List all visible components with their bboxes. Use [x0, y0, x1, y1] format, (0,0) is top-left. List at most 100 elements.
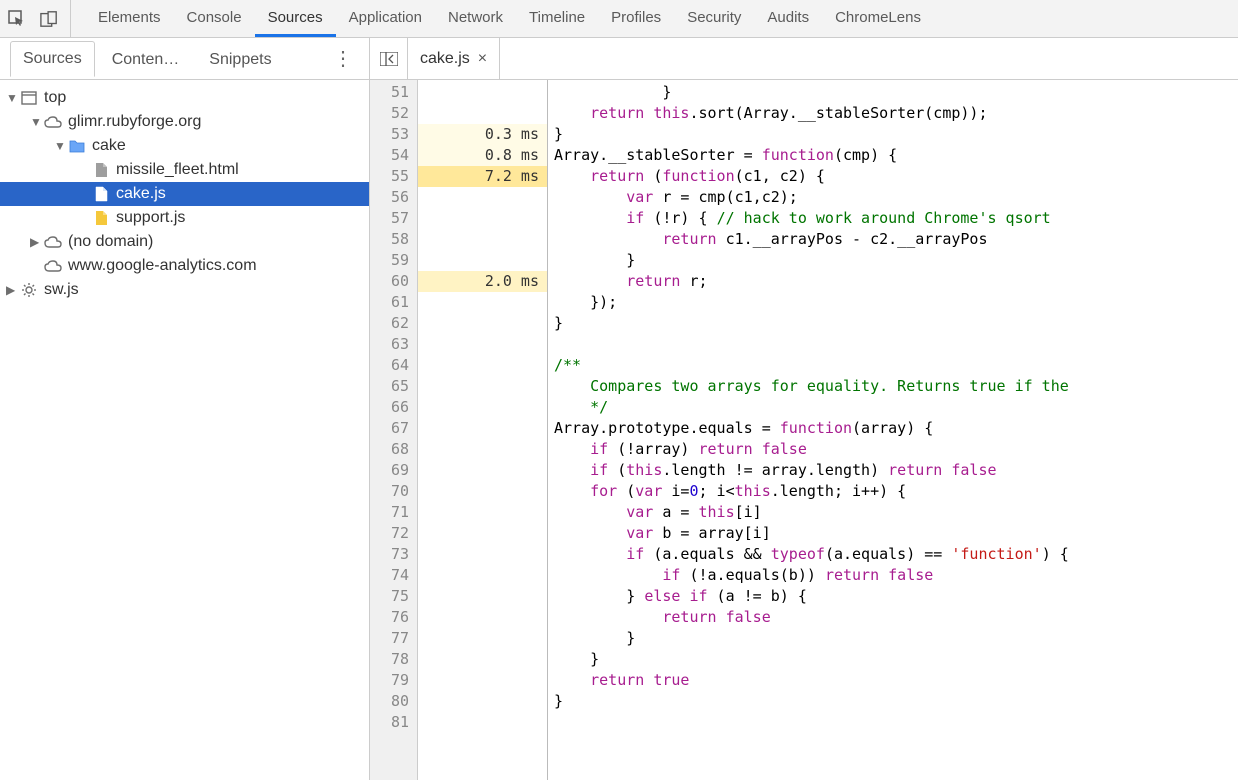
top-tab-profiles[interactable]: Profiles — [598, 0, 674, 37]
more-icon[interactable]: ⋮ — [327, 46, 359, 71]
code-area[interactable]: } return this.sort(Array.__stableSorter(… — [548, 80, 1238, 780]
line-number[interactable]: 53 — [370, 124, 409, 145]
code-line[interactable]: } else if (a != b) { — [554, 586, 1232, 607]
code-line[interactable]: Compares two arrays for equality. Return… — [554, 376, 1232, 397]
tree-item[interactable]: www.google-analytics.com — [0, 254, 369, 278]
top-tab-security[interactable]: Security — [674, 0, 754, 37]
top-tab-sources[interactable]: Sources — [255, 0, 336, 37]
sidebar-tab-1[interactable]: Conten… — [99, 42, 193, 77]
code-line[interactable]: return c1.__arrayPos - c2.__arrayPos — [554, 229, 1232, 250]
code-line[interactable]: }); — [554, 292, 1232, 313]
inspect-icon[interactable] — [8, 10, 26, 28]
sidebar-tab-0[interactable]: Sources — [10, 41, 95, 77]
line-number[interactable]: 70 — [370, 481, 409, 502]
code-line[interactable] — [554, 334, 1232, 355]
code-line[interactable]: var a = this[i] — [554, 502, 1232, 523]
line-number[interactable]: 64 — [370, 355, 409, 376]
top-tab-application[interactable]: Application — [336, 0, 435, 37]
code-line[interactable]: Array.prototype.equals = function(array)… — [554, 418, 1232, 439]
code-line[interactable]: } — [554, 82, 1232, 103]
tree-item[interactable]: ▶sw.js — [0, 278, 369, 302]
line-number[interactable]: 60 — [370, 271, 409, 292]
line-number[interactable]: 65 — [370, 376, 409, 397]
line-number[interactable]: 66 — [370, 397, 409, 418]
line-number[interactable]: 68 — [370, 439, 409, 460]
tree-item[interactable]: cake.js — [0, 182, 369, 206]
top-tab-timeline[interactable]: Timeline — [516, 0, 598, 37]
top-tab-audits[interactable]: Audits — [754, 0, 822, 37]
top-tab-console[interactable]: Console — [174, 0, 255, 37]
code-line[interactable]: return r; — [554, 271, 1232, 292]
line-number[interactable]: 54 — [370, 145, 409, 166]
disclosure-icon[interactable]: ▼ — [30, 115, 42, 129]
code-line[interactable]: return this.sort(Array.__stableSorter(cm… — [554, 103, 1232, 124]
code-line[interactable]: return (function(c1, c2) { — [554, 166, 1232, 187]
line-number[interactable]: 55 — [370, 166, 409, 187]
line-number[interactable]: 59 — [370, 250, 409, 271]
line-number[interactable]: 75 — [370, 586, 409, 607]
close-icon[interactable]: × — [478, 50, 487, 68]
top-tab-chromelens[interactable]: ChromeLens — [822, 0, 934, 37]
code-line[interactable]: /** — [554, 355, 1232, 376]
timing-cell: 0.3 ms — [418, 124, 547, 145]
code-line[interactable]: } — [554, 124, 1232, 145]
code-line[interactable]: } — [554, 313, 1232, 334]
code-line[interactable]: var b = array[i] — [554, 523, 1232, 544]
code-line[interactable]: return true — [554, 670, 1232, 691]
code-line[interactable]: return false — [554, 607, 1232, 628]
code-line[interactable]: if (!a.equals(b)) return false — [554, 565, 1232, 586]
line-number[interactable]: 56 — [370, 187, 409, 208]
line-number[interactable]: 72 — [370, 523, 409, 544]
line-number[interactable]: 52 — [370, 103, 409, 124]
line-number[interactable]: 80 — [370, 691, 409, 712]
tree-item[interactable]: ▼cake — [0, 134, 369, 158]
file-gray-icon — [92, 161, 110, 179]
code-line[interactable]: if (this.length != array.length) return … — [554, 460, 1232, 481]
line-number[interactable]: 77 — [370, 628, 409, 649]
code-line[interactable]: } — [554, 649, 1232, 670]
file-tab-cakejs[interactable]: cake.js × — [408, 38, 500, 79]
line-number[interactable]: 69 — [370, 460, 409, 481]
line-number[interactable]: 67 — [370, 418, 409, 439]
line-number[interactable]: 58 — [370, 229, 409, 250]
tree-item[interactable]: missile_fleet.html — [0, 158, 369, 182]
code-line[interactable]: Array.__stableSorter = function(cmp) { — [554, 145, 1232, 166]
top-tab-network[interactable]: Network — [435, 0, 516, 37]
code-line[interactable]: if (!r) { // hack to work around Chrome'… — [554, 208, 1232, 229]
code-line[interactable]: if (!array) return false — [554, 439, 1232, 460]
code-line[interactable]: for (var i=0; i<this.length; i++) { — [554, 481, 1232, 502]
line-number[interactable]: 62 — [370, 313, 409, 334]
tree-item[interactable]: support.js — [0, 206, 369, 230]
code-line[interactable]: } — [554, 250, 1232, 271]
line-number[interactable]: 81 — [370, 712, 409, 733]
top-tab-elements[interactable]: Elements — [85, 0, 174, 37]
line-number[interactable]: 51 — [370, 82, 409, 103]
line-number[interactable]: 61 — [370, 292, 409, 313]
device-icon[interactable] — [40, 10, 58, 28]
disclosure-icon[interactable]: ▼ — [54, 139, 66, 153]
line-number[interactable]: 63 — [370, 334, 409, 355]
disclosure-icon[interactable]: ▶ — [30, 235, 42, 249]
line-number[interactable]: 78 — [370, 649, 409, 670]
tree-item[interactable]: ▼glimr.rubyforge.org — [0, 110, 369, 134]
tree-item[interactable]: ▼top — [0, 86, 369, 110]
line-number[interactable]: 71 — [370, 502, 409, 523]
code-line[interactable]: var r = cmp(c1,c2); — [554, 187, 1232, 208]
disclosure-icon[interactable]: ▶ — [6, 283, 18, 297]
line-number[interactable]: 76 — [370, 607, 409, 628]
sidebar-tab-2[interactable]: Snippets — [196, 42, 284, 77]
code-line[interactable]: } — [554, 628, 1232, 649]
line-number[interactable]: 73 — [370, 544, 409, 565]
code-line[interactable]: */ — [554, 397, 1232, 418]
code-line[interactable]: } — [554, 691, 1232, 712]
timing-cell — [418, 376, 547, 397]
disclosure-icon[interactable]: ▼ — [6, 91, 18, 105]
code-editor[interactable]: 5152535455565758596061626364656667686970… — [370, 80, 1238, 780]
line-number[interactable]: 57 — [370, 208, 409, 229]
code-line[interactable]: if (a.equals && typeof(a.equals) == 'fun… — [554, 544, 1232, 565]
tree-item[interactable]: ▶(no domain) — [0, 230, 369, 254]
nav-toggle-icon[interactable] — [370, 38, 408, 79]
line-number[interactable]: 74 — [370, 565, 409, 586]
line-number[interactable]: 79 — [370, 670, 409, 691]
code-line[interactable] — [554, 712, 1232, 733]
